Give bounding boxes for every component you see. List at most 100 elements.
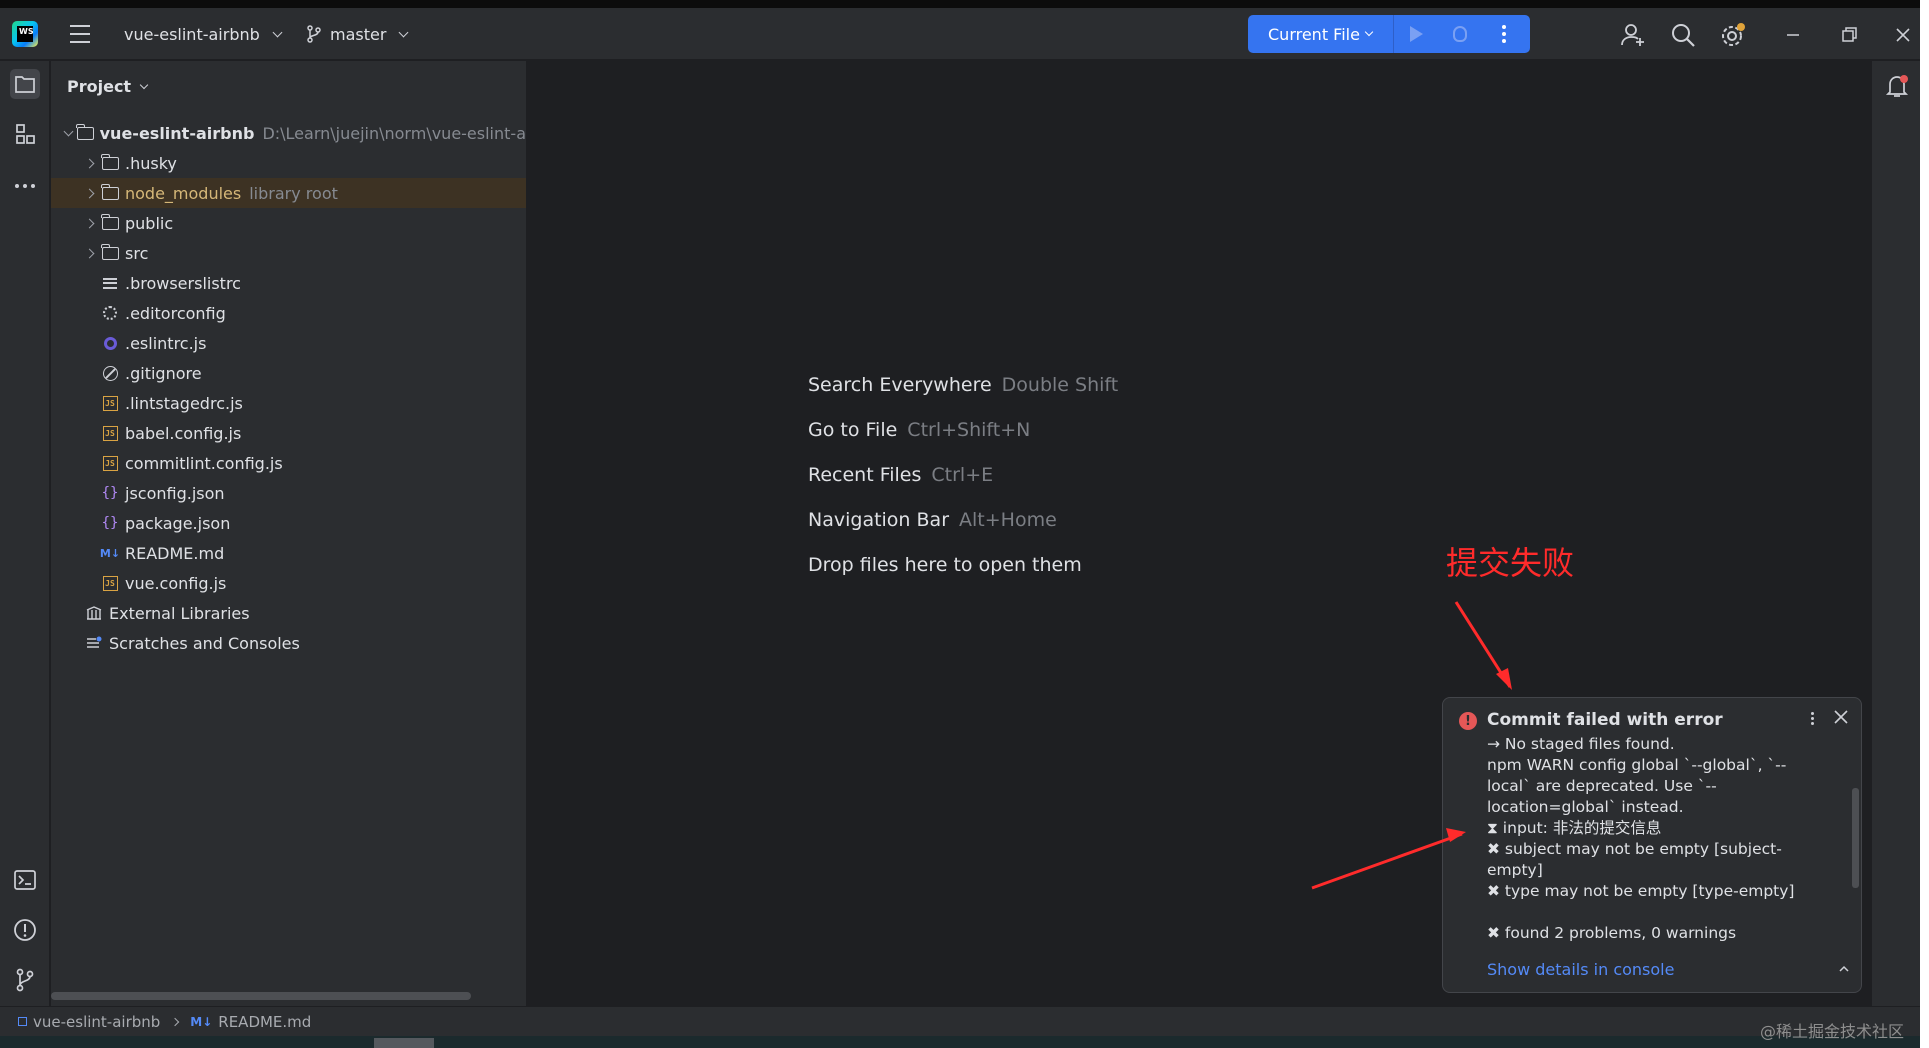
project-view-selector[interactable]: Project xyxy=(67,77,149,96)
tree-item[interactable]: public xyxy=(51,208,526,238)
tree-item[interactable]: JS commitlint.config.js xyxy=(51,448,526,478)
tree-item[interactable]: .browserslistrc xyxy=(51,268,526,298)
run-button[interactable] xyxy=(1394,15,1438,53)
tree-item-label: vue.config.js xyxy=(125,573,227,593)
tree-item[interactable]: JS babel.config.js xyxy=(51,418,526,448)
tree-item[interactable]: JS vue.config.js xyxy=(51,568,526,598)
horizontal-scrollbar[interactable] xyxy=(51,992,471,1000)
notification-line: ✖ type may not be empty [type-empty] xyxy=(1487,882,1795,900)
hint-navigation-bar[interactable]: Navigation Bar Alt+Home xyxy=(808,509,1057,531)
main-menu-icon[interactable] xyxy=(68,8,92,60)
annotation-label: 提交失败 xyxy=(1446,544,1575,582)
tree-scratches-label: Scratches and Consoles xyxy=(109,633,300,653)
tree-item[interactable]: .editorconfig xyxy=(51,298,526,328)
eslint-icon xyxy=(101,335,119,351)
show-details-link[interactable]: Show details in console xyxy=(1487,960,1674,979)
error-icon: ! xyxy=(1459,712,1477,730)
close-icon[interactable] xyxy=(1890,22,1916,48)
commit-error-notification: ! Commit failed with error → No staged f… xyxy=(1442,697,1862,993)
chevron-down-icon xyxy=(1364,27,1374,37)
tree-item[interactable]: JS .lintstagedrc.js xyxy=(51,388,526,418)
folder-icon xyxy=(101,183,119,201)
terminal-icon[interactable] xyxy=(10,865,40,895)
chevron-right-icon[interactable] xyxy=(81,155,97,171)
json-file-icon: {} xyxy=(101,515,119,531)
notification-line: → No staged files found. xyxy=(1487,735,1675,753)
tree-item-label: .browserslistrc xyxy=(125,273,241,293)
hint-recent-files[interactable]: Recent Files Ctrl+E xyxy=(808,464,993,486)
tree-item-label: jsconfig.json xyxy=(125,483,225,503)
code-with-me-icon[interactable] xyxy=(1620,22,1646,48)
tree-external-libraries[interactable]: External Libraries xyxy=(51,598,526,628)
search-icon[interactable] xyxy=(1670,22,1696,48)
left-tool-strip xyxy=(0,61,50,1006)
branch-switcher[interactable]: master xyxy=(306,8,409,60)
git-icon[interactable] xyxy=(10,965,40,995)
hint-action: Drop files here to open them xyxy=(808,554,1082,576)
chevron-down-icon[interactable] xyxy=(63,125,74,141)
tree-items: .husky node_modules library root public src.… xyxy=(51,148,526,598)
hint-go-to-file[interactable]: Go to File Ctrl+Shift+N xyxy=(808,419,1030,441)
restore-icon[interactable] xyxy=(1836,22,1862,48)
bottom-strip xyxy=(0,1036,1920,1048)
status-bar: vue-eslint-airbnb M↓ README.md xyxy=(0,1006,1920,1036)
chevron-right-icon[interactable] xyxy=(81,185,97,201)
chevron-right-icon[interactable] xyxy=(81,215,97,231)
screenshot-frame: WS vue-eslint-airbnb master Current File xyxy=(0,0,1929,1048)
notification-scrollbar[interactable] xyxy=(1852,788,1859,888)
branch-icon xyxy=(307,25,321,43)
folder-icon xyxy=(76,123,94,141)
markdown-icon: M↓ xyxy=(99,546,121,560)
tree-item[interactable]: src xyxy=(51,238,526,268)
tree-item[interactable]: M↓ README.md xyxy=(51,538,526,568)
minimize-icon[interactable] xyxy=(1780,22,1806,48)
notification-line xyxy=(1487,902,1807,923)
close-icon[interactable] xyxy=(1832,708,1850,726)
tree-item[interactable]: .gitignore xyxy=(51,358,526,388)
run-config-selector[interactable]: Current File xyxy=(1248,15,1394,53)
chevron-right-icon[interactable] xyxy=(81,245,97,261)
hint-action: Navigation Bar xyxy=(808,509,950,531)
bottom-strip-thumb xyxy=(374,1038,434,1048)
breadcrumb-file[interactable]: README.md xyxy=(218,1013,311,1031)
tree-item-label: src xyxy=(125,243,149,263)
js-file-icon: JS xyxy=(101,455,119,471)
notification-body: → No staged files found. npm WARN config… xyxy=(1487,734,1807,944)
chevron-up-icon[interactable] xyxy=(1839,964,1849,974)
tree-item[interactable]: {} jsconfig.json xyxy=(51,478,526,508)
problems-icon[interactable] xyxy=(10,915,40,945)
structure-icon[interactable] xyxy=(10,119,40,149)
play-icon xyxy=(1409,26,1423,42)
debug-button[interactable] xyxy=(1438,15,1482,53)
title-bar: WS vue-eslint-airbnb master Current File xyxy=(0,8,1920,60)
tree-item-label: .editorconfig xyxy=(125,303,226,323)
text-file-icon xyxy=(101,275,119,291)
tree-scratches[interactable]: Scratches and Consoles xyxy=(51,628,526,658)
ide-window: WS vue-eslint-airbnb master Current File xyxy=(0,0,1920,1048)
tree-item[interactable]: .eslintrc.js xyxy=(51,328,526,358)
more-actions-button[interactable] xyxy=(1482,15,1526,53)
tree-item-label: public xyxy=(125,213,174,233)
bell-icon[interactable] xyxy=(1884,73,1910,99)
hint-search-everywhere[interactable]: Search Everywhere Double Shift xyxy=(808,374,1118,396)
notification-more-button[interactable] xyxy=(1805,708,1819,728)
js-file-icon: JS xyxy=(101,425,119,441)
hint-action: Recent Files xyxy=(808,464,922,486)
notification-line: ✖ subject may not be empty [subject-empt… xyxy=(1487,840,1782,879)
top-strip xyxy=(0,0,1920,8)
tree-item[interactable]: {} package.json xyxy=(51,508,526,538)
more-horizontal-icon[interactable] xyxy=(10,171,40,201)
run-config-label: Current File xyxy=(1268,24,1360,44)
gear-icon[interactable] xyxy=(1720,22,1746,48)
breadcrumb-project[interactable]: vue-eslint-airbnb xyxy=(33,1013,160,1031)
ignore-file-icon xyxy=(101,365,119,381)
bug-icon xyxy=(1453,26,1467,42)
folder-icon[interactable] xyxy=(10,69,40,99)
tree-item[interactable]: .husky xyxy=(51,148,526,178)
tree-item[interactable]: node_modules library root xyxy=(51,178,526,208)
chevron-right-icon xyxy=(171,1017,180,1026)
project-switcher[interactable]: vue-eslint-airbnb xyxy=(124,8,283,60)
js-file-icon: JS xyxy=(101,575,119,591)
tree-root[interactable]: vue-eslint-airbnb D:\Learn\juejin\norm\v… xyxy=(51,118,526,148)
tree-root-label: vue-eslint-airbnb xyxy=(99,123,255,143)
